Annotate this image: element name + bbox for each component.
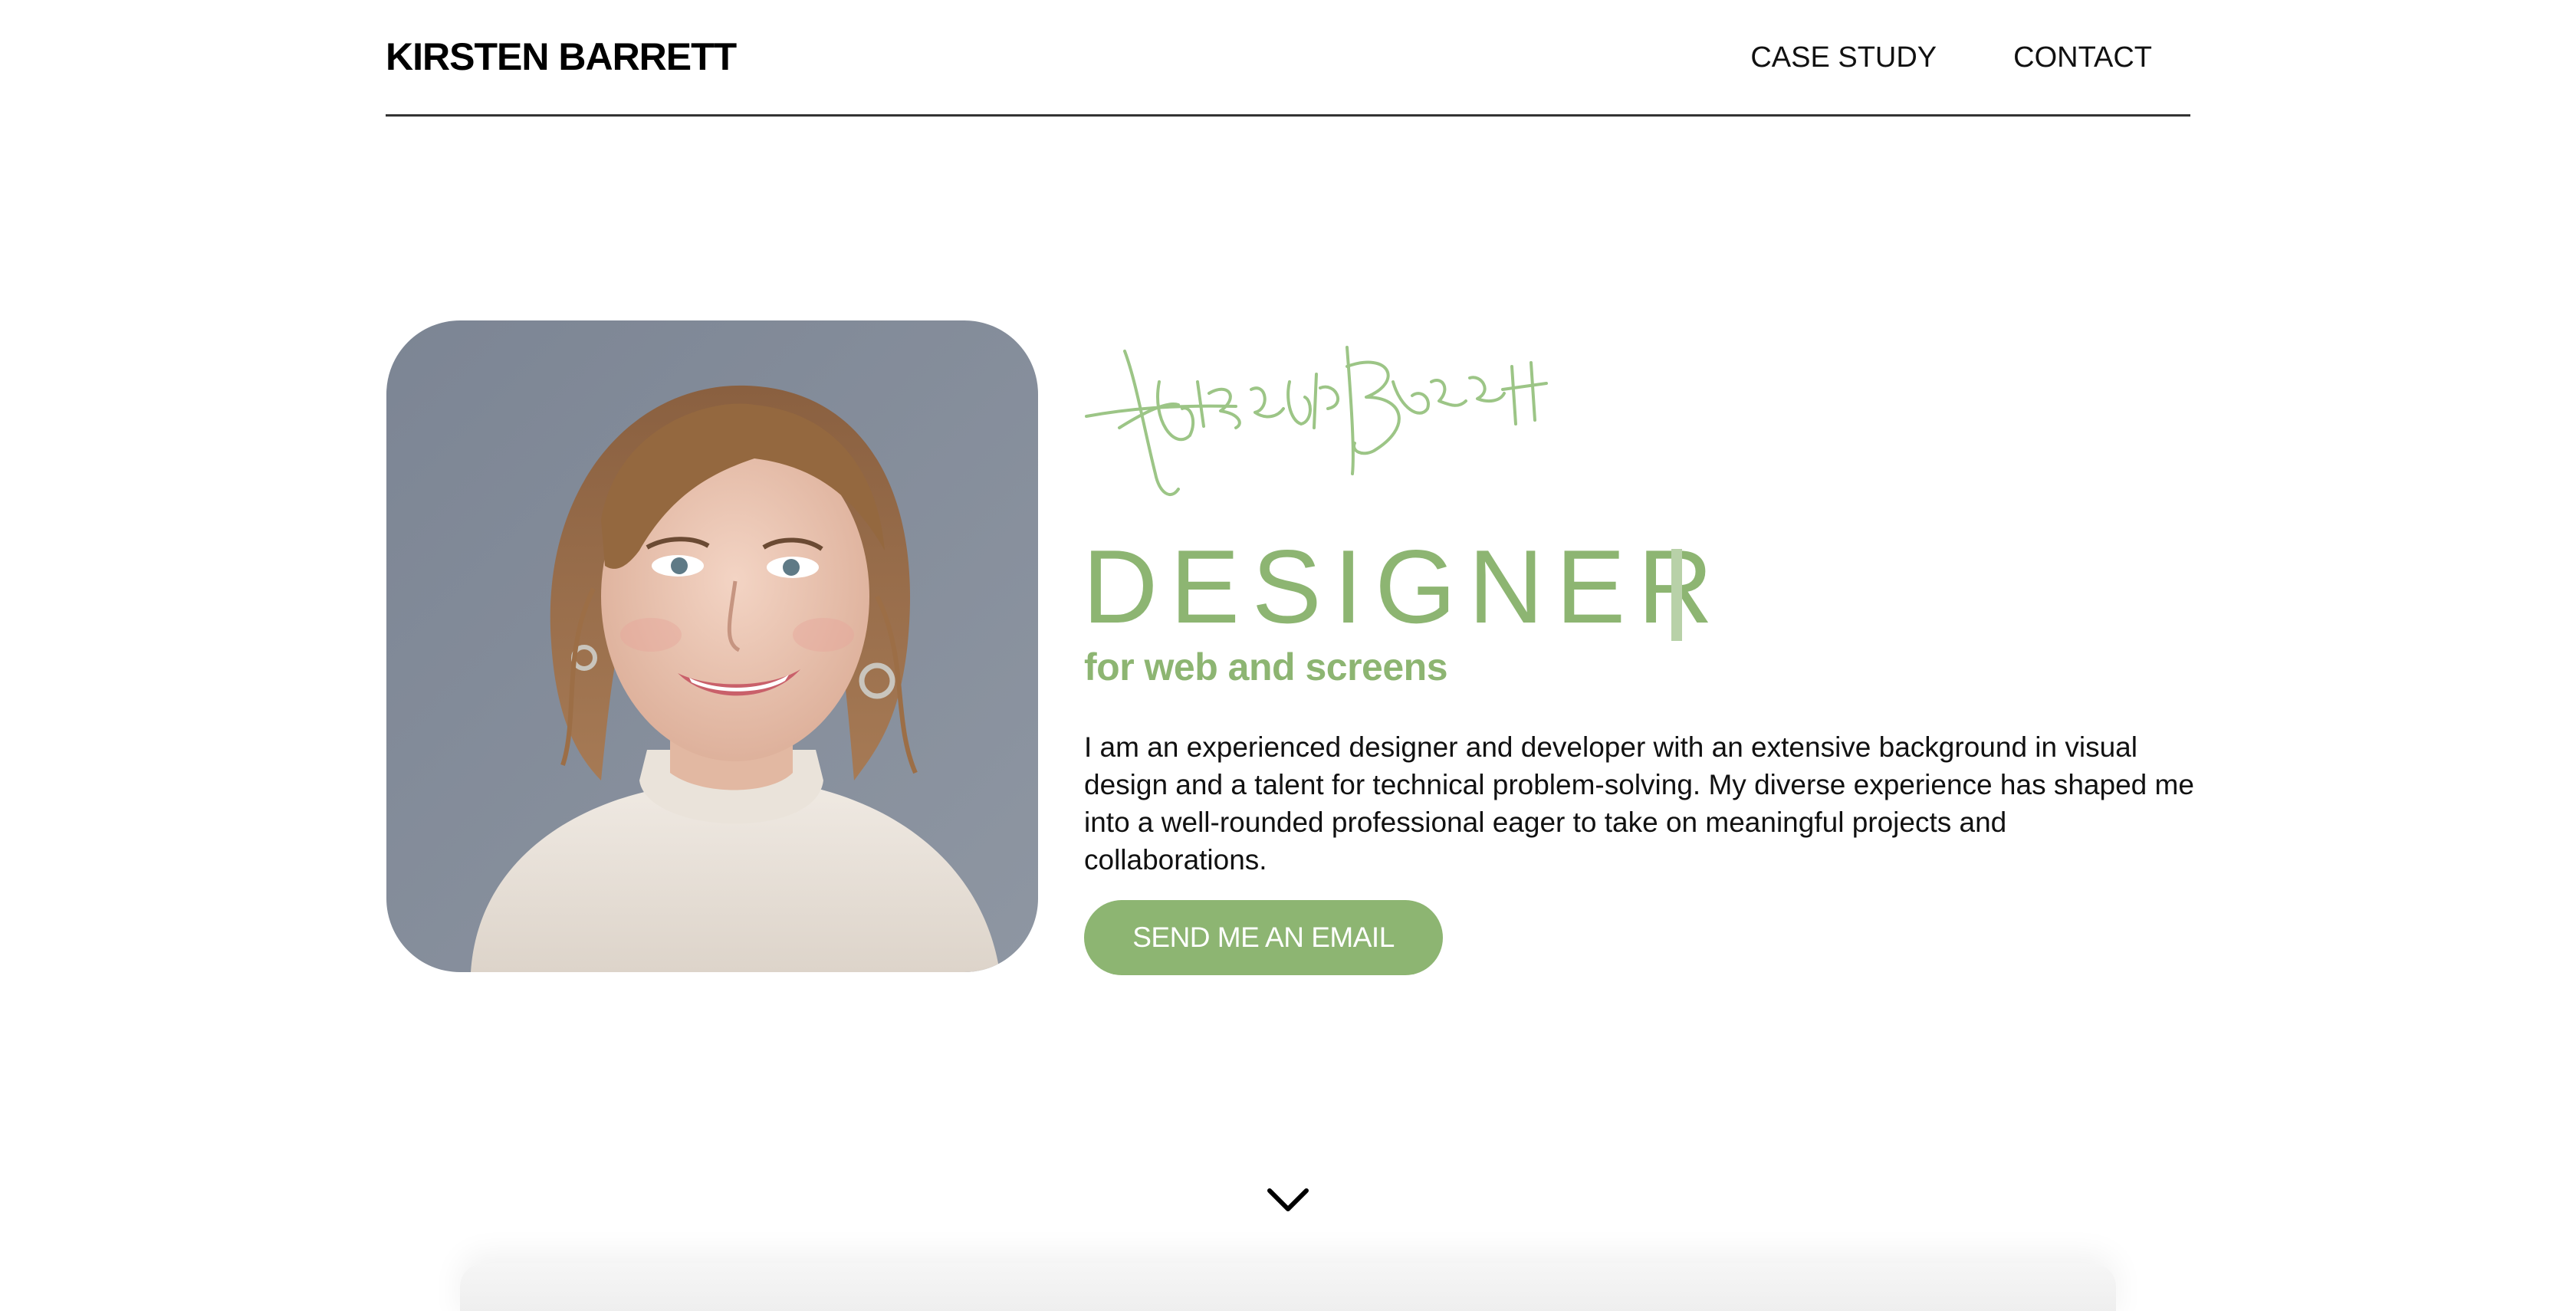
nav-contact-link[interactable]: CONTACT: [2013, 40, 2152, 75]
nav-case-study-link[interactable]: CASE STUDY: [1750, 40, 1937, 75]
signature-logo: [1083, 336, 1558, 512]
send-email-button[interactable]: SEND ME AN EMAIL: [1084, 900, 1443, 975]
main-nav: CASE STUDY CONTACT: [1750, 40, 2152, 75]
profile-photo: [386, 320, 1038, 972]
hero-headline: DESIGNER: [1083, 528, 1726, 645]
chevron-down-icon[interactable]: [1265, 1184, 1311, 1215]
hero-subheadline: for web and screens: [1084, 646, 1448, 688]
page: KIRSTEN BARRETT CASE STUDY CONTACT DESIG…: [0, 0, 2576, 1311]
site-header: KIRSTEN BARRETT CASE STUDY CONTACT: [386, 0, 2190, 117]
typing-cursor: [1671, 549, 1682, 641]
hero-bio: I am an experienced designer and develop…: [1084, 731, 2194, 876]
next-section-card: [460, 1263, 2116, 1311]
site-brand[interactable]: KIRSTEN BARRETT: [386, 34, 737, 80]
